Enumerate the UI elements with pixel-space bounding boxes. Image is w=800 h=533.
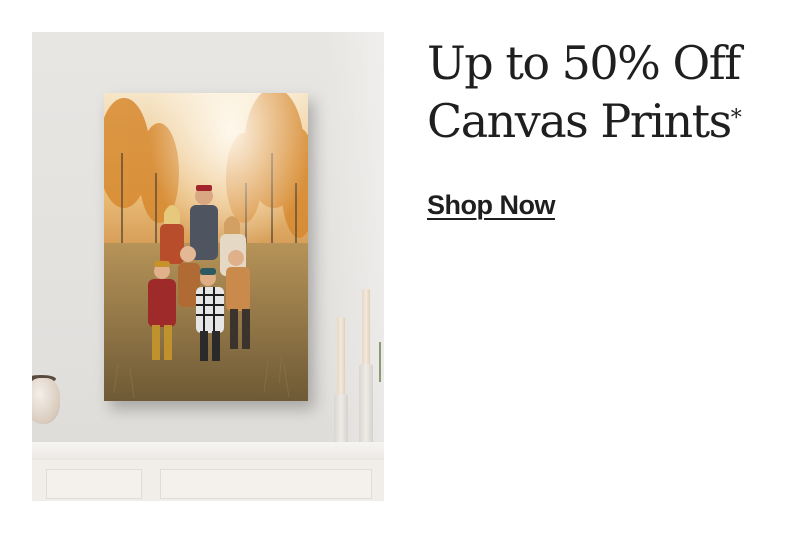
mantel-panel-left <box>46 469 142 499</box>
mantel-shelf <box>32 442 384 460</box>
mantel-panel-right <box>160 469 372 499</box>
family-canvas-print <box>104 93 308 401</box>
headline-line-2: Canvas Prints <box>427 94 732 148</box>
promo-banner: Up to 50% Off Canvas Prints* Shop Now <box>0 0 800 533</box>
greenery-sprig <box>379 342 381 382</box>
family-photo-illustration <box>104 93 308 401</box>
headline-asterisk: * <box>730 106 742 131</box>
candle-tall <box>362 289 370 367</box>
vase <box>32 378 60 424</box>
candle-holder-short <box>334 394 348 446</box>
headline-line-1: Up to 50% Off <box>427 36 741 90</box>
wall-highlight <box>324 32 384 501</box>
shop-now-link[interactable]: Shop Now <box>427 190 555 221</box>
candle-holder-tall <box>359 364 373 444</box>
candle-short <box>337 317 345 397</box>
canvas-print-product-photo[interactable] <box>32 32 384 501</box>
promo-headline: Up to 50% Off Canvas Prints* <box>427 34 787 150</box>
